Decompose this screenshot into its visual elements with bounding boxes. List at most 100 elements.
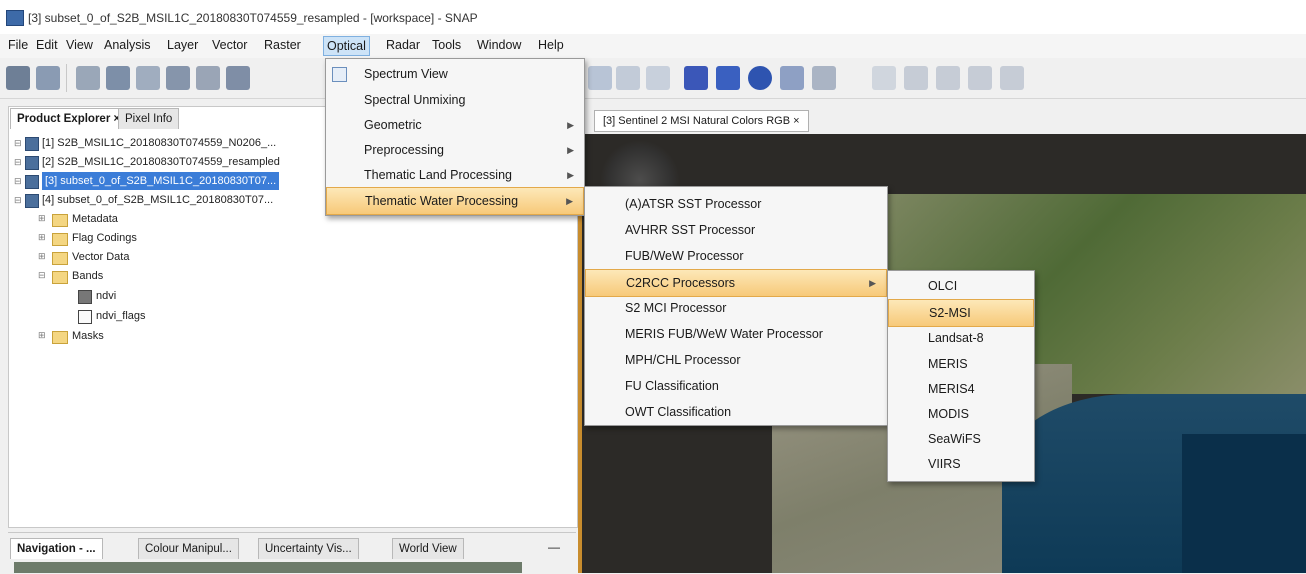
measure-tool-icon[interactable] [872, 66, 896, 90]
menu-item-seawifs[interactable]: SeaWiFS [888, 426, 1034, 452]
window-title: [3] subset_0_of_S2B_MSIL1C_20180830T0745… [28, 11, 478, 25]
menu-item-s2-mci-processor[interactable]: S2 MCI Processor [585, 295, 887, 321]
menu-item-spectral-unmixing[interactable]: Spectral Unmixing [326, 87, 584, 113]
tile-single-icon[interactable] [1000, 66, 1024, 90]
time-series-icon[interactable] [226, 66, 250, 90]
product-icon [25, 137, 39, 151]
menu-item-aatsr-sst-processor[interactable]: (A)ATSR SST Processor [585, 191, 887, 217]
tile-vertically-icon[interactable] [968, 66, 992, 90]
folder-icon [52, 214, 68, 227]
folder-open-icon [52, 271, 68, 284]
zoom-tool-icon[interactable] [748, 66, 772, 90]
tree-folder-vector-data[interactable]: Vector Data [72, 248, 129, 266]
menu-item-owt-classification[interactable]: OWT Classification [585, 399, 887, 425]
draw-point-icon[interactable] [588, 66, 612, 90]
submenu-arrow-icon: ▶ [566, 196, 573, 206]
tree-product-2[interactable]: [2] S2B_MSIL1C_20180830T074559_resampled [42, 153, 280, 171]
tab-world-view[interactable]: World View [392, 538, 464, 559]
draw-line-icon[interactable] [616, 66, 640, 90]
draw-polygon-icon[interactable] [646, 66, 670, 90]
gcp-manager-icon[interactable] [196, 66, 220, 90]
range-finder-icon[interactable] [812, 66, 836, 90]
menu-item-viirs[interactable]: VIIRS [888, 451, 1034, 477]
tree-folder-flag-codings[interactable]: Flag Codings [72, 229, 137, 247]
menu-tools[interactable]: Tools [432, 38, 461, 52]
menu-item-fub-wew-processor[interactable]: FUB/WeW Processor [585, 243, 887, 269]
expand-icon[interactable]: ⊞ [38, 213, 46, 224]
menu-analysis[interactable]: Analysis [104, 38, 151, 52]
open-product-icon[interactable] [6, 66, 30, 90]
product-icon [25, 156, 39, 170]
tab-pixel-info[interactable]: Pixel Info [118, 108, 180, 129]
collapse-icon[interactable]: ⊟ [14, 176, 22, 187]
menu-item-preprocessing[interactable]: Preprocessing ▶ [326, 137, 584, 163]
menu-item-mph-chl-processor[interactable]: MPH/CHL Processor [585, 347, 887, 373]
submenu-arrow-icon: ▶ [567, 170, 574, 180]
menu-item-landsat-8[interactable]: Landsat-8 [888, 325, 1034, 351]
submenu-arrow-icon: ▶ [567, 145, 574, 155]
menu-item-meris4[interactable]: MERIS4 [888, 376, 1034, 402]
tab-navigation[interactable]: Navigation - ... [10, 538, 103, 559]
filter-icon[interactable] [106, 66, 130, 90]
menu-window[interactable]: Window [477, 38, 521, 52]
product-icon [25, 175, 39, 189]
menu-help[interactable]: Help [538, 38, 564, 52]
expand-icon[interactable]: ⊞ [38, 330, 46, 341]
menu-item-thematic-water-processing[interactable]: Thematic Water Processing ▶ [326, 187, 584, 215]
tab-colour-manipulation[interactable]: Colour Manipul... [138, 538, 239, 559]
tree-band-ndvi[interactable]: ndvi [96, 287, 116, 305]
tree-product-3-selected[interactable]: [3] subset_0_of_S2B_MSIL1C_20180830T07..… [42, 172, 280, 190]
product-icon [25, 194, 39, 208]
menu-item-fu-classification[interactable]: FU Classification [585, 373, 887, 399]
expand-icon[interactable]: ⊞ [38, 251, 46, 262]
menu-item-spectrum-view[interactable]: Spectrum View [326, 61, 584, 87]
expand-icon[interactable]: ⊞ [38, 232, 46, 243]
folder-icon [52, 252, 68, 265]
tree-folder-metadata[interactable]: Metadata [72, 210, 118, 228]
pin-manager-icon[interactable] [166, 66, 190, 90]
menu-item-c2rcc-processors[interactable]: C2RCC Processors ▶ [585, 269, 887, 297]
submenu-arrow-icon: ▶ [869, 278, 876, 288]
menu-edit[interactable]: Edit [36, 38, 58, 52]
menu-item-meris-fub-wew-water-processor[interactable]: MERIS FUB/WeW Water Processor [585, 321, 887, 347]
menu-vector[interactable]: Vector [212, 38, 247, 52]
band-maths-icon[interactable] [76, 66, 100, 90]
collapse-icon[interactable]: ⊟ [38, 270, 46, 281]
folder-icon [52, 331, 68, 344]
minimize-panel-button[interactable]: — [548, 540, 560, 554]
pan-tool-icon[interactable] [780, 66, 804, 90]
tab-product-explorer[interactable]: Product Explorer × [10, 108, 128, 129]
tree-product-1[interactable]: [1] S2B_MSIL1C_20180830T074559_N0206_... [42, 134, 276, 152]
collapse-icon[interactable]: ⊟ [14, 138, 22, 149]
menu-item-thematic-land-processing[interactable]: Thematic Land Processing ▶ [326, 162, 584, 188]
tree-folder-masks[interactable]: Masks [72, 327, 104, 345]
select-tool-icon[interactable] [716, 66, 740, 90]
menu-item-meris[interactable]: MERIS [888, 351, 1034, 377]
menu-view[interactable]: View [66, 38, 93, 52]
menu-item-s2-msi[interactable]: S2-MSI [888, 299, 1034, 327]
menu-item-geometric[interactable]: Geometric ▶ [326, 112, 584, 138]
menu-raster[interactable]: Raster [264, 38, 301, 52]
menu-radar[interactable]: Radar [386, 38, 420, 52]
tree-band-ndvi-flags[interactable]: ndvi_flags [96, 307, 146, 325]
tab-uncertainty-visualisation[interactable]: Uncertainty Vis... [258, 538, 359, 559]
collapse-icon[interactable]: ⊟ [14, 195, 22, 206]
flag-band-icon [78, 310, 92, 324]
tab-image-view-rgb[interactable]: [3] Sentinel 2 MSI Natural Colors RGB × [594, 110, 809, 132]
tree-product-4[interactable]: [4] subset_0_of_S2B_MSIL1C_20180830T07..… [42, 191, 273, 209]
menu-optical[interactable]: Optical [323, 36, 370, 56]
menu-item-avhrr-sst-processor[interactable]: AVHRR SST Processor [585, 217, 887, 243]
collapse-icon[interactable]: ⊟ [14, 157, 22, 168]
menu-file[interactable]: File [8, 38, 28, 52]
menu-item-olci[interactable]: OLCI [888, 273, 1034, 299]
histogram-icon[interactable] [136, 66, 160, 90]
tree-folder-bands[interactable]: Bands [72, 267, 103, 285]
draw-rectangle-icon[interactable] [684, 66, 708, 90]
navigation-preview [14, 562, 522, 573]
menu-item-modis[interactable]: MODIS [888, 401, 1034, 427]
menu-layer[interactable]: Layer [167, 38, 198, 52]
tile-horizontally-icon[interactable] [936, 66, 960, 90]
save-product-icon[interactable] [36, 66, 60, 90]
snap-app-icon [6, 10, 24, 26]
tile-evenly-icon[interactable] [904, 66, 928, 90]
